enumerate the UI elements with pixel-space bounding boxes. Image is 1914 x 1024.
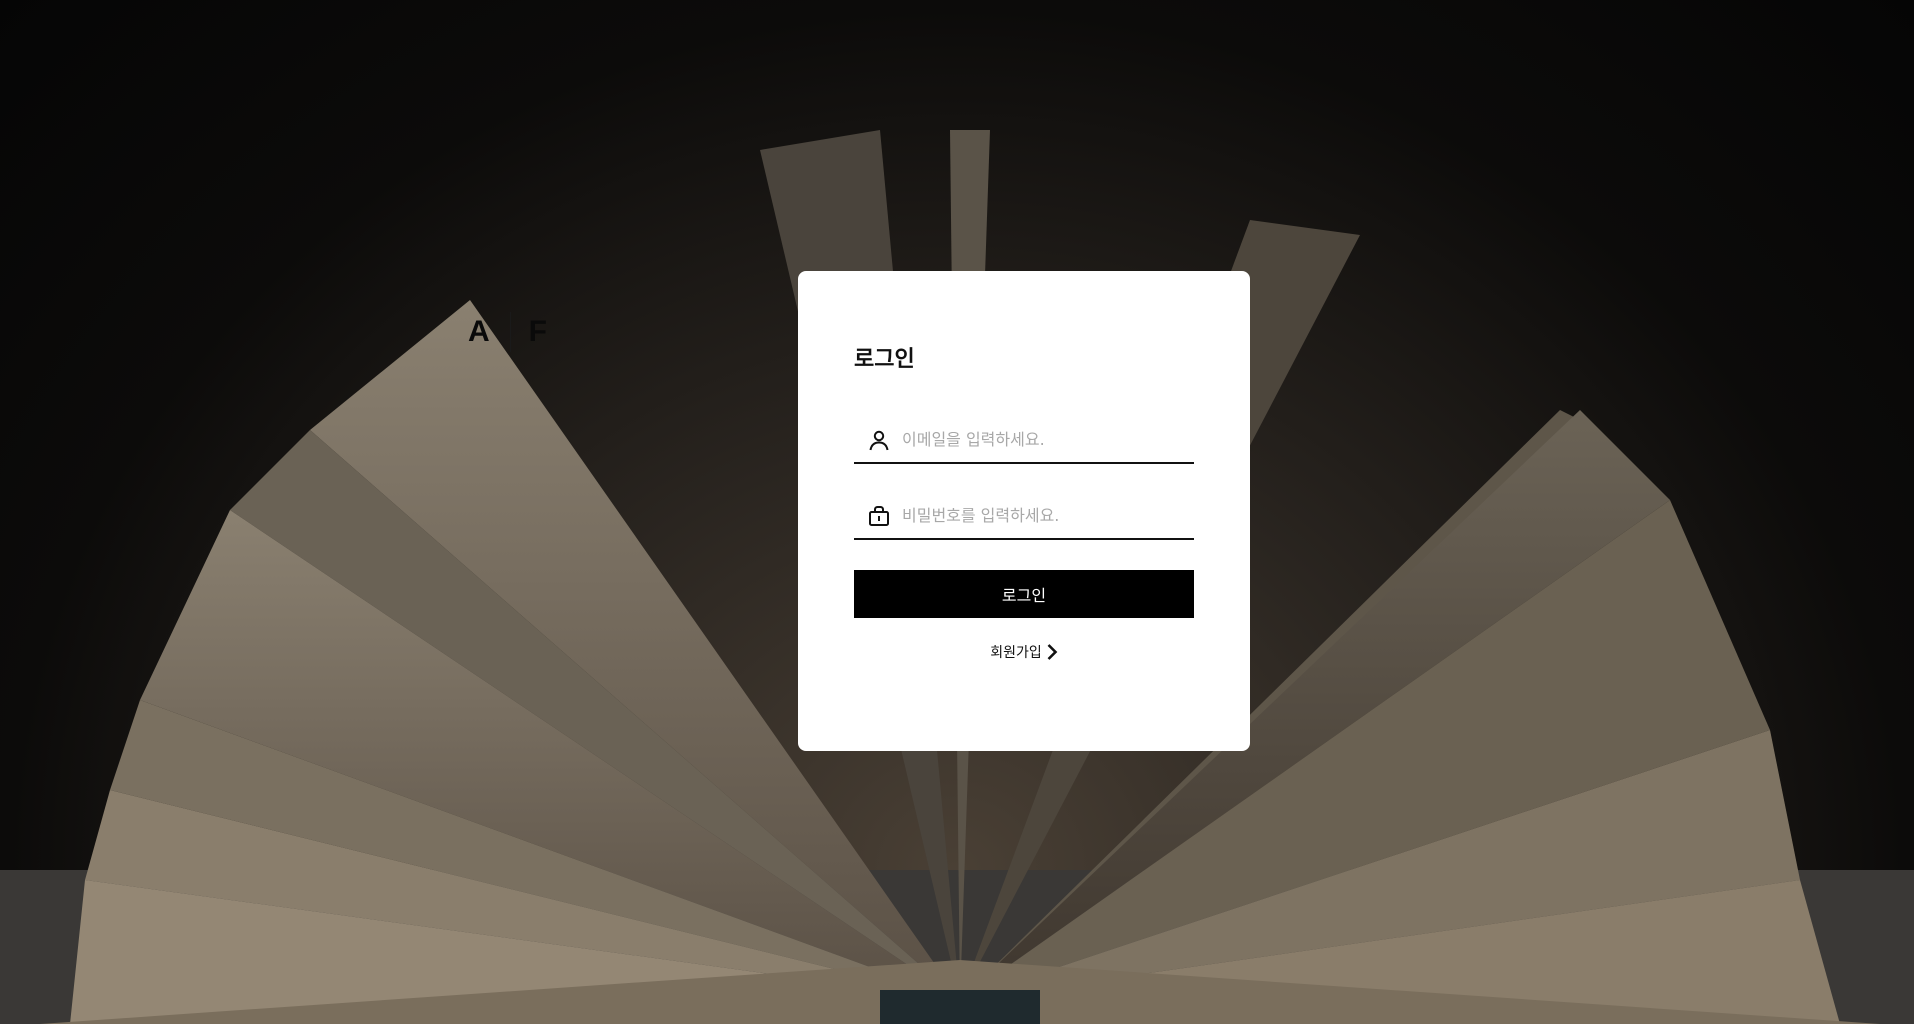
email-field[interactable] [854,417,1194,464]
login-title: 로그인 [854,347,915,372]
password-field[interactable] [854,493,1194,540]
brand-letter-f: F [528,315,547,348]
password-input[interactable] [902,495,1194,536]
lock-icon [866,503,892,529]
brand-letter-a: A [468,315,490,348]
brand-logo: A F [468,312,547,352]
chevron-right-icon [1046,643,1058,661]
signup-label: 회원가입 [990,645,1042,661]
brand-divider [509,312,511,352]
user-icon [866,427,892,453]
login-button[interactable]: 로그인 [854,570,1194,618]
login-card: 로그인 로그인 회원가입 [798,271,1250,751]
signup-link[interactable]: 회원가입 [854,642,1194,662]
email-input[interactable] [902,419,1194,460]
